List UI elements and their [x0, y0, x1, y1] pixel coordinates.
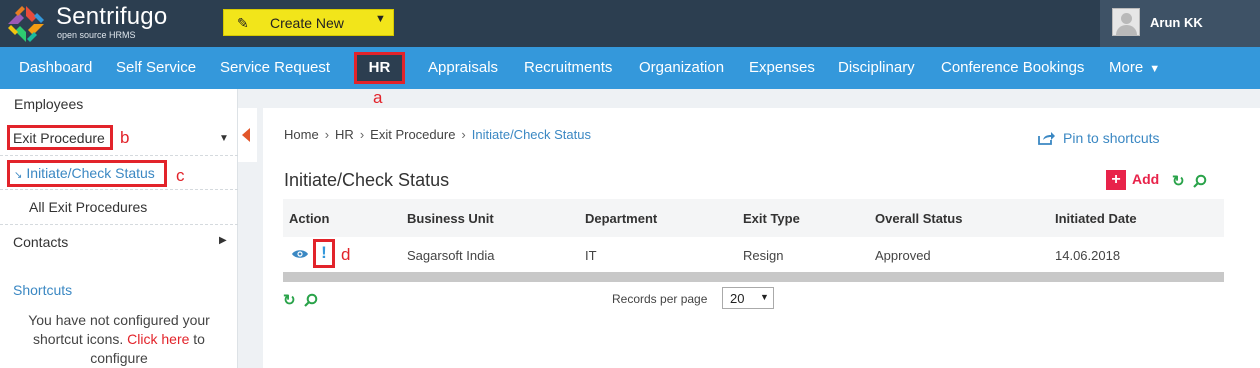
chevron-down-icon[interactable]: ▼	[219, 133, 229, 144]
cell-initiated-date: 14.06.2018	[1055, 248, 1121, 263]
cell-exit-type: Resign	[743, 248, 784, 263]
chevron-down-icon: ▼	[1149, 63, 1161, 75]
breadcrumb-separator: ›	[359, 127, 365, 142]
divider	[0, 155, 238, 156]
pencil-icon: ✎	[237, 15, 249, 31]
create-new-label: Create New	[270, 15, 344, 31]
records-per-page-select[interactable]: 20 ▼	[722, 287, 774, 309]
pin-to-shortcuts-button[interactable]: Pin to shortcuts	[1038, 130, 1160, 146]
breadcrumb-exit-procedure[interactable]: Exit Procedure	[370, 127, 455, 142]
breadcrumb: Home › HR › Exit Procedure › Initiate/Check St…	[284, 127, 591, 142]
annotation-b: b	[120, 128, 130, 147]
nav-disciplinary[interactable]: Disciplinary	[838, 47, 915, 89]
sidebar-item-label: Initiate/Check Status	[26, 165, 155, 181]
divider	[0, 189, 238, 190]
user-menu[interactable]: Arun KK	[1100, 0, 1260, 47]
nav-hr[interactable]: HR	[354, 52, 405, 84]
plus-icon[interactable]: +	[1106, 170, 1126, 190]
nav-more-label: More	[1109, 59, 1144, 76]
sidebar: Employees Exit Procedure b ▼ ↘ Initiate/C…	[0, 89, 238, 368]
shortcuts-title: Shortcuts	[13, 282, 73, 298]
avatar-icon	[1112, 8, 1140, 36]
breadcrumb-current: Initiate/Check Status	[471, 127, 591, 142]
column-header[interactable]: Exit Type	[743, 211, 800, 226]
sidebar-collapse-toggle[interactable]	[238, 108, 257, 162]
nav-service-request[interactable]: Service Request	[220, 47, 330, 89]
exclamation-icon[interactable]: !	[313, 239, 335, 268]
shortcuts-line-3: configure	[90, 350, 148, 366]
nav-self-service[interactable]: Self Service	[116, 47, 196, 89]
sidebar-item-contacts[interactable]: Contacts	[13, 234, 203, 250]
breadcrumb-separator: ›	[324, 127, 330, 142]
main-panel: Home › HR › Exit Procedure › Initiate/Check St…	[263, 108, 1260, 368]
annotation-d: d	[341, 245, 351, 264]
eye-icon[interactable]	[292, 249, 308, 259]
shortcuts-message: You have not configured your shortcut ic…	[0, 311, 238, 368]
chevron-down-icon: ▼	[760, 292, 769, 302]
nav-more[interactable]: More ▼	[1109, 47, 1160, 89]
nav-recruitments[interactable]: Recruitments	[524, 47, 612, 89]
nav-organization[interactable]: Organization	[639, 47, 724, 89]
main-nav: Dashboard Self Service Service Request H…	[0, 47, 1260, 89]
shortcuts-text-3: to	[193, 331, 205, 347]
horizontal-scrollbar[interactable]	[283, 272, 1224, 282]
shortcuts-text-2: shortcut icons.	[33, 331, 124, 347]
arrow-icon: ↘	[14, 170, 23, 181]
cell-overall-status: Approved	[875, 248, 931, 263]
cell-department: IT	[585, 248, 597, 263]
breadcrumb-hr[interactable]: HR	[335, 127, 354, 142]
add-button[interactable]: Add	[1132, 171, 1159, 187]
breadcrumb-separator: ›	[461, 127, 466, 142]
chevron-down-icon: ▼	[375, 13, 386, 25]
divider	[0, 224, 238, 225]
annotation-c: c	[176, 166, 185, 185]
logo-icon[interactable]	[6, 4, 46, 44]
shortcuts-line-1: You have not configured your	[28, 312, 210, 328]
pin-icon	[1038, 132, 1055, 145]
annotation-a: a	[373, 88, 383, 107]
sidebar-item-employees[interactable]: Employees	[14, 96, 214, 112]
table-row: ! d Sagarsoft India IT Resign Approved 1…	[283, 237, 1224, 272]
cell-business-unit: Sagarsoft India	[407, 248, 495, 263]
breadcrumb-home[interactable]: Home	[284, 127, 319, 142]
column-header[interactable]: Overall Status	[875, 211, 962, 226]
table-header: Action Business Unit Department Exit Typ…	[283, 199, 1224, 237]
sidebar-item-all-exit-procedures[interactable]: All Exit Procedures	[29, 199, 219, 215]
records-per-page-value: 20	[730, 291, 745, 306]
search-icon[interactable]	[304, 293, 318, 307]
refresh-icon[interactable]: ↻	[283, 291, 296, 309]
user-name: Arun KK	[1150, 15, 1203, 30]
caret-left-icon	[242, 128, 250, 142]
shortcuts-line-2: shortcut icons. Click here to	[0, 330, 238, 349]
column-header[interactable]: Business Unit	[407, 211, 494, 226]
brand-name[interactable]: Sentrifugo	[56, 4, 167, 30]
nav-conference-bookings[interactable]: Conference Bookings	[941, 47, 1084, 89]
column-header: Action	[289, 211, 330, 226]
refresh-icon[interactable]: ↻	[1172, 172, 1185, 190]
pin-label: Pin to shortcuts	[1063, 130, 1160, 146]
top-bar: Sentrifugo open source HRMS ✎ Create New…	[0, 0, 1260, 47]
column-header[interactable]: Initiated Date	[1055, 211, 1137, 226]
sidebar-item-exit-procedure[interactable]: Exit Procedure	[13, 130, 113, 146]
brand-subtitle: open source HRMS	[57, 30, 136, 40]
sidebar-item-initiate-check-status[interactable]: ↘ Initiate/Check Status	[14, 165, 164, 181]
chevron-right-icon[interactable]: ▶	[219, 235, 227, 246]
nav-appraisals[interactable]: Appraisals	[428, 47, 498, 89]
column-header[interactable]: Department	[585, 211, 657, 226]
nav-dashboard[interactable]: Dashboard	[19, 47, 92, 89]
page-title: Initiate/Check Status	[284, 170, 450, 190]
records-per-page-label: Records per page	[612, 292, 708, 306]
configure-link[interactable]: Click here	[127, 331, 189, 347]
nav-expenses[interactable]: Expenses	[749, 47, 815, 89]
create-new-button[interactable]: ✎ Create New ▼	[223, 9, 394, 36]
search-icon[interactable]	[1193, 174, 1207, 188]
